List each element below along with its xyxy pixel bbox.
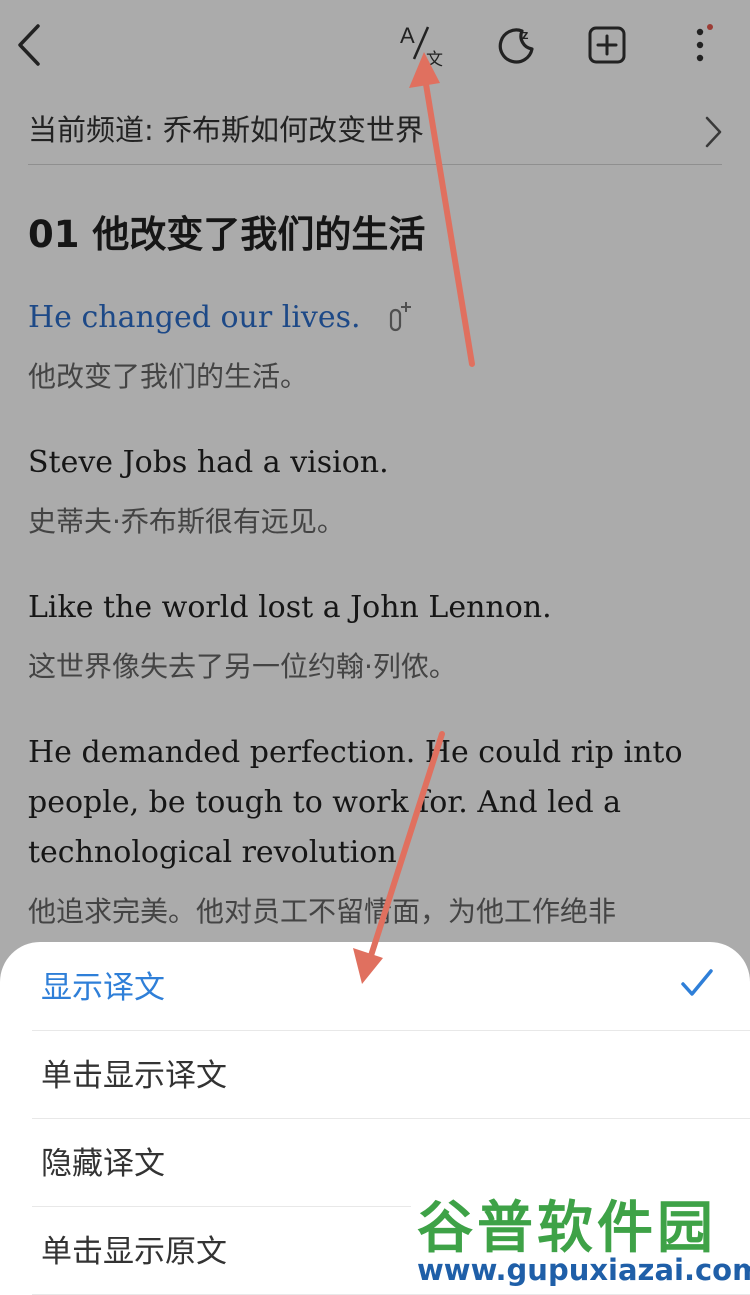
checkmark-icon (681, 969, 713, 996)
watermark-url: www.gupuxiazai.com (417, 1253, 750, 1287)
watermark: 谷普软件园 www.gupuxiazai.com (411, 1175, 750, 1294)
option-label: 单击显示译文 (41, 1058, 227, 1094)
option-show-translation[interactable]: 显示译文 (32, 942, 750, 1031)
option-tap-show-translation[interactable]: 单击显示译文 (32, 1030, 750, 1119)
option-label: 显示译文 (41, 970, 165, 1006)
watermark-name: 谷普软件园 (417, 1196, 717, 1261)
option-label: 隐藏译文 (41, 1146, 165, 1182)
option-label: 单击显示原文 (41, 1234, 227, 1270)
